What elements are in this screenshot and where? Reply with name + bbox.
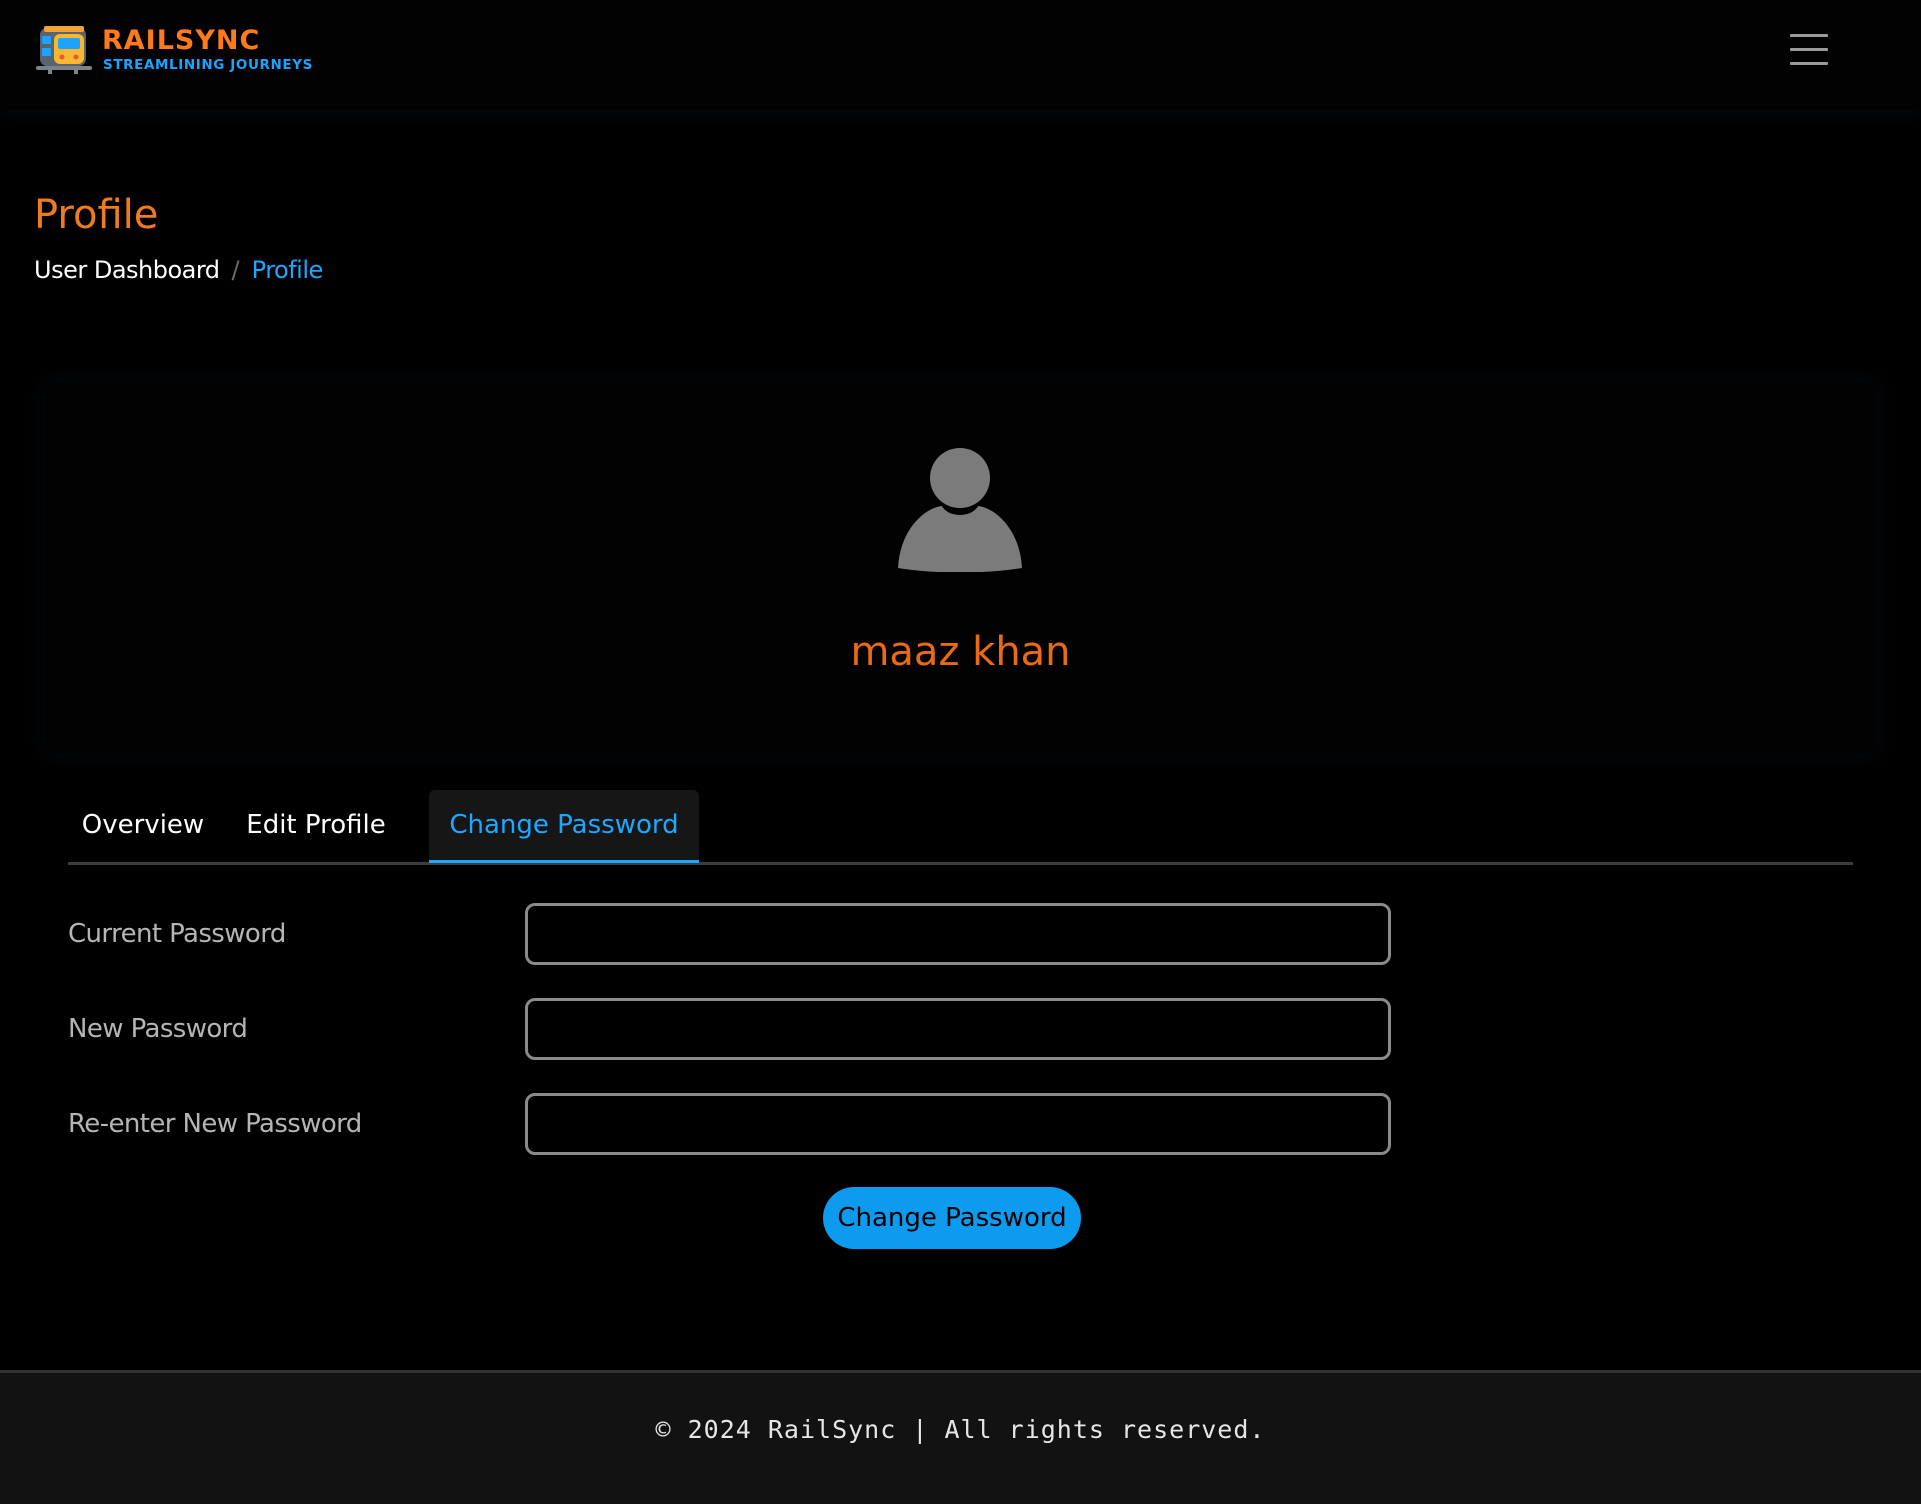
train-icon: [36, 26, 92, 74]
breadcrumb: User Dashboard / Profile: [34, 255, 323, 285]
tab-change-password[interactable]: Change Password: [429, 790, 699, 863]
profile-name: maaz khan: [850, 629, 1071, 675]
footer: © 2024 RailSync | All rights reserved.: [0, 1370, 1921, 1504]
reenter-password-field[interactable]: [525, 1093, 1391, 1155]
breadcrumb-separator: /: [231, 256, 240, 284]
page-title: Profile: [34, 192, 159, 238]
user-avatar-icon: [898, 448, 1022, 572]
breadcrumb-current: Profile: [251, 256, 324, 284]
new-password-label: New Password: [68, 1014, 248, 1044]
footer-copyright: © 2024 RailSync | All rights reserved.: [655, 1415, 1266, 1444]
top-header: RAILSYNC STREAMLINING JOURNEYS: [0, 0, 1921, 110]
new-password-field[interactable]: [525, 998, 1391, 1060]
brand-name: RAILSYNC: [102, 25, 261, 56]
page: RAILSYNC STREAMLINING JOURNEYS Profile U…: [0, 0, 1921, 1504]
tab-overview[interactable]: Overview: [68, 790, 218, 860]
brand-logo[interactable]: RAILSYNC STREAMLINING JOURNEYS: [34, 22, 312, 78]
reenter-password-label: Re-enter New Password: [68, 1109, 362, 1139]
current-password-field[interactable]: [525, 903, 1391, 965]
hamburger-menu-icon[interactable]: [1790, 32, 1830, 68]
breadcrumb-user-dashboard[interactable]: User Dashboard: [34, 256, 220, 284]
change-password-button[interactable]: Change Password: [823, 1187, 1081, 1249]
current-password-label: Current Password: [68, 919, 286, 949]
tab-edit-profile[interactable]: Edit Profile: [236, 790, 396, 860]
brand-tagline: STREAMLINING JOURNEYS: [103, 57, 313, 73]
profile-tabs: Overview Edit Profile Change Password: [68, 790, 1853, 865]
